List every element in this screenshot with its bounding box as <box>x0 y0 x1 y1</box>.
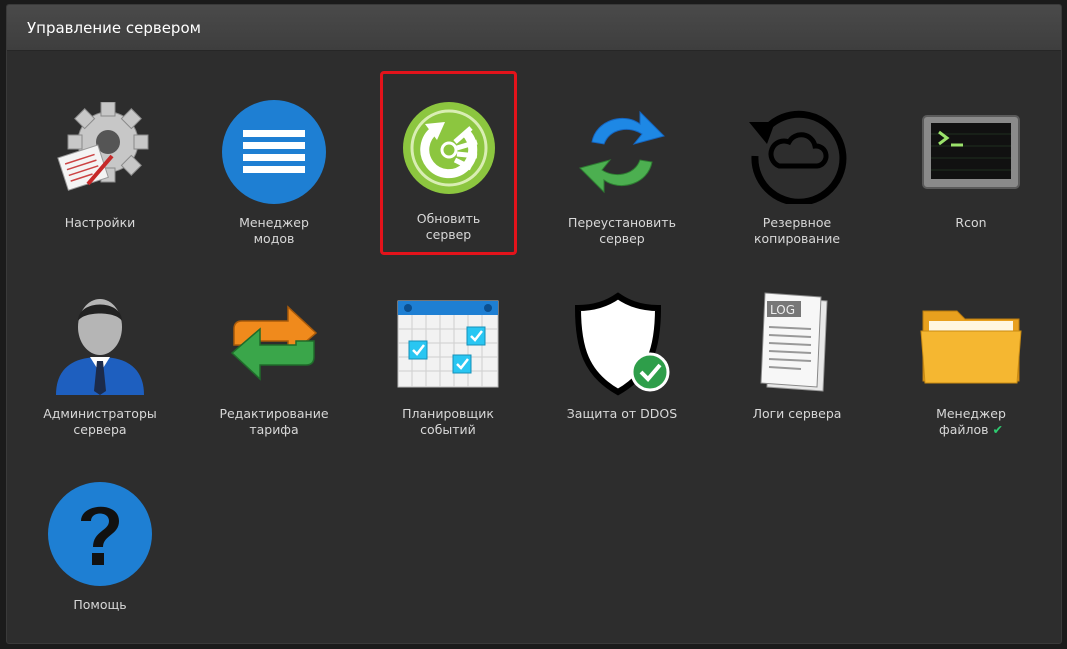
svg-text:LOG: LOG <box>770 303 795 317</box>
server-control-panel: Управление сервером Настройки Менеджер м… <box>6 4 1062 644</box>
tile-help[interactable]: Помощь <box>32 457 168 637</box>
tile-label: Резервное <box>762 215 832 230</box>
tile-backup[interactable]: Резервное копирование <box>729 75 865 255</box>
tile-update-server[interactable]: Обновить сервер <box>380 71 517 255</box>
tile-label: событий <box>420 422 476 437</box>
tile-label: Администраторы <box>43 406 157 421</box>
help-question-icon <box>45 479 155 589</box>
tile-label: Переустановить <box>568 215 676 230</box>
tile-rcon[interactable]: Rcon <box>903 75 1039 255</box>
tile-label: модов <box>253 231 295 246</box>
reinstall-arrows-icon <box>567 97 677 207</box>
tile-label: сервер <box>599 231 645 246</box>
tile-mod-manager[interactable]: Менеджер модов <box>206 75 342 255</box>
tile-label: Планировщик <box>402 406 494 421</box>
check-mark-icon: ✔ <box>992 422 1003 437</box>
cloud-backup-icon <box>742 97 852 207</box>
tile-label: копирование <box>753 231 841 246</box>
tile-event-scheduler[interactable]: Планировщик событий <box>380 266 516 446</box>
panel-header: Управление сервером <box>7 5 1061 51</box>
log-document-icon: LOG <box>742 288 852 398</box>
tile-reinstall-server[interactable]: Переустановить сервер <box>554 75 690 255</box>
tile-label: Логи сервера <box>752 406 842 421</box>
tile-label: Менеджер <box>936 406 1006 421</box>
shield-check-icon <box>567 288 677 398</box>
terminal-icon <box>916 97 1026 207</box>
tile-label: Редактирование <box>219 406 329 421</box>
mod-manager-icon <box>219 97 329 207</box>
tile-settings[interactable]: Настройки <box>32 75 168 255</box>
tile-label: Настройки <box>64 215 136 230</box>
calendar-icon <box>393 288 503 398</box>
tile-ddos-protection[interactable]: Защита от DDOS <box>554 266 690 446</box>
tile-server-logs[interactable]: LOG Логи сервера <box>729 266 865 446</box>
tile-label: сервер <box>425 227 472 242</box>
admin-user-icon <box>45 288 155 398</box>
tile-label: сервера <box>73 422 127 437</box>
folder-icon <box>916 288 1026 398</box>
tile-label: Rcon <box>955 215 987 230</box>
tile-label: Обновить <box>416 211 481 226</box>
tile-label: файлов <box>939 422 989 437</box>
tile-edit-tariff[interactable]: Редактирование тарифа <box>206 266 342 446</box>
tile-label: тарифа <box>249 422 299 437</box>
tile-label: Менеджер <box>239 215 309 230</box>
update-server-icon <box>394 93 504 203</box>
tile-label: Помощь <box>73 597 127 612</box>
tariff-arrows-icon <box>219 288 329 398</box>
tile-file-manager[interactable]: Менеджер файлов ✔ <box>903 266 1039 446</box>
tile-label: Защита от DDOS <box>566 406 678 421</box>
settings-gear-icon <box>45 97 155 207</box>
tile-server-admins[interactable]: Администраторы сервера <box>32 266 168 446</box>
page-title: Управление сервером <box>27 18 201 37</box>
